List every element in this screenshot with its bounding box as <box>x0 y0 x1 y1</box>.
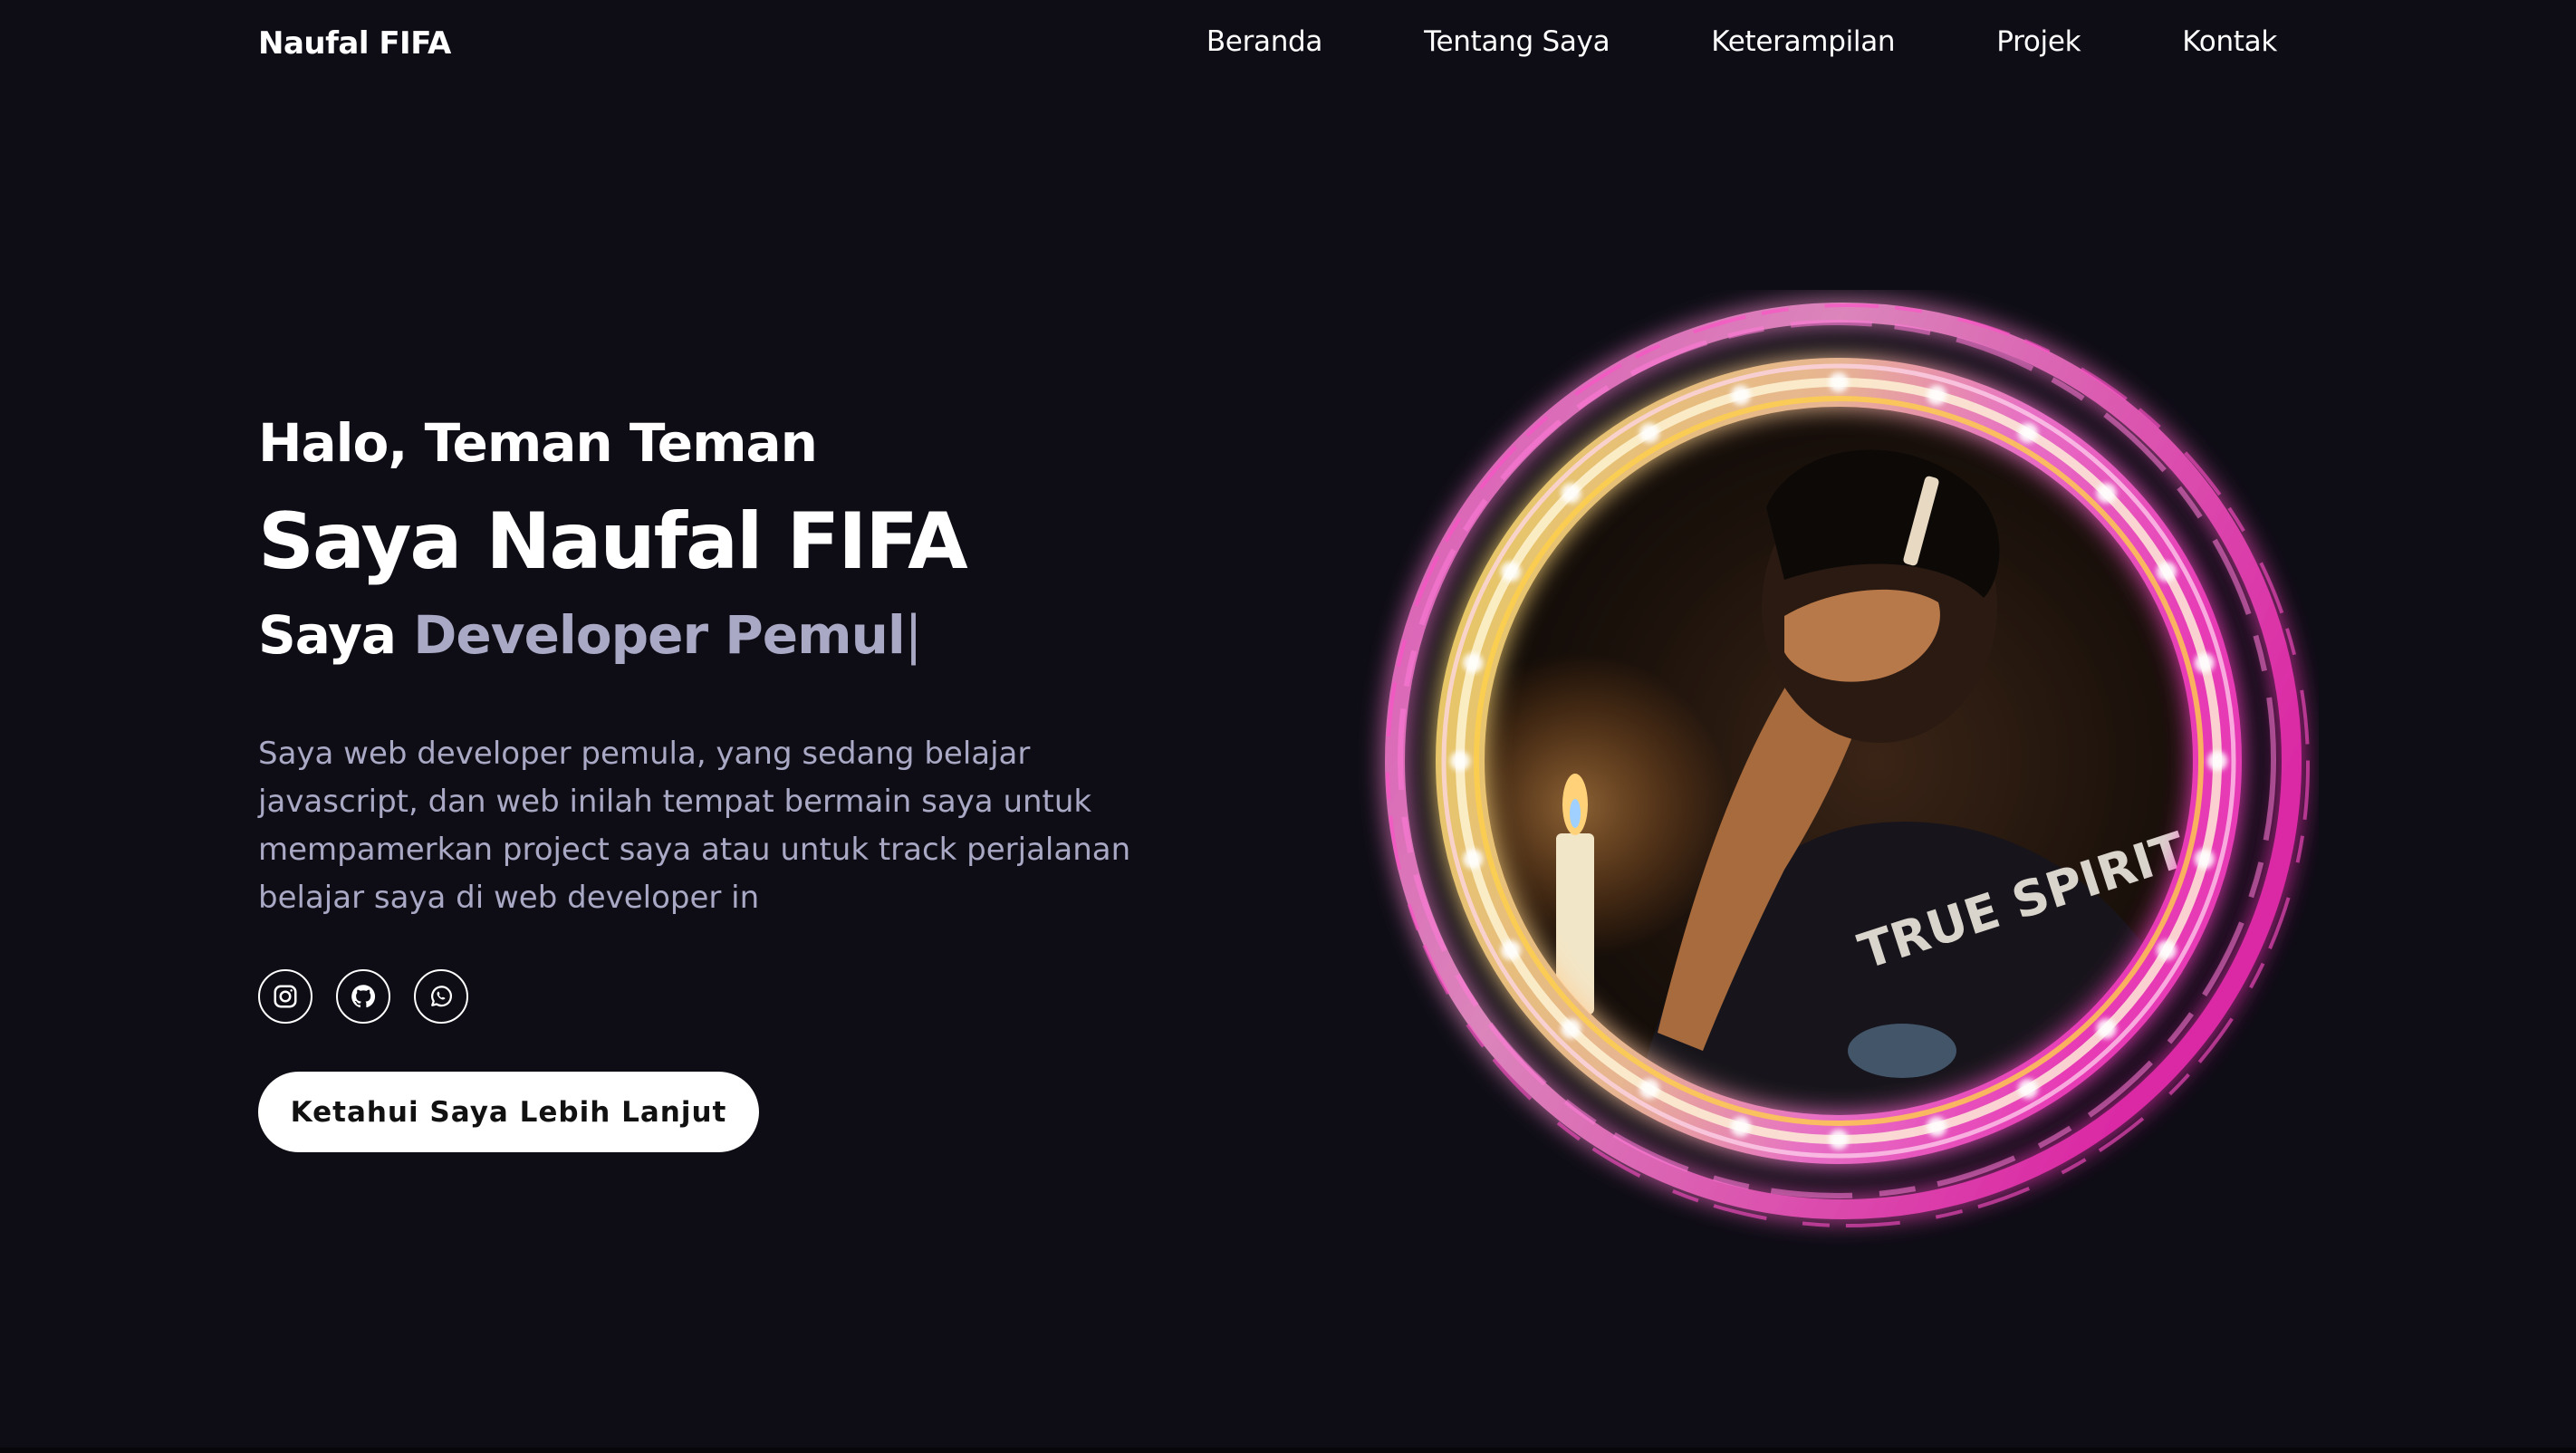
page-bottom-edge <box>0 1448 2576 1453</box>
github-icon <box>351 985 376 1008</box>
instagram-button[interactable] <box>258 969 312 1024</box>
ring-bulb <box>1927 1116 1947 1137</box>
social-links <box>258 969 468 1024</box>
navbar: Naufal FIFA Beranda Tentang Saya Keteram… <box>0 0 2576 87</box>
whatsapp-icon <box>431 986 452 1007</box>
ring-bulb <box>1450 751 1470 771</box>
nav-links: Beranda Tentang Saya Keterampilan Projek… <box>1206 25 2277 58</box>
nav-link-projek[interactable]: Projek <box>1996 25 2081 58</box>
hero-description: Saya web developer pemula, yang sedang b… <box>258 736 1131 916</box>
instagram-icon <box>274 985 297 1008</box>
ring-bulb <box>1501 562 1522 582</box>
role-prefix: Saya <box>258 604 397 666</box>
nav-link-tentang-saya[interactable]: Tentang Saya <box>1424 25 1610 58</box>
ring-bulb <box>1829 372 1849 392</box>
ring-bulb <box>2096 483 2117 504</box>
ring-bulb <box>1927 385 1947 406</box>
whatsapp-button[interactable] <box>414 969 468 1024</box>
hero-greeting: Halo, Teman Teman <box>258 412 818 474</box>
hero-name: Saya Naufal FIFA <box>258 496 968 587</box>
ring-bulb <box>2156 562 2177 582</box>
github-button[interactable] <box>336 969 390 1024</box>
site-logo[interactable]: Naufal FIFA <box>258 25 451 62</box>
nav-link-keterampilan[interactable]: Keterampilan <box>1711 25 1895 58</box>
portrait-graphic: TRUE SPIRIT <box>1385 303 2310 1227</box>
ring-bulb <box>1639 423 1659 444</box>
ring-bulb <box>1561 1018 1581 1039</box>
typing-cursor: | <box>904 604 923 666</box>
ring-bulb <box>1639 1078 1659 1099</box>
ring-bulb <box>2194 652 2215 673</box>
ring-bulb <box>1463 652 1484 673</box>
ring-bulb <box>1730 1116 1751 1137</box>
ring-bulb <box>2096 1018 2117 1039</box>
ring-bulb <box>2194 849 2215 870</box>
ring-bulb <box>1463 849 1484 870</box>
learn-more-button[interactable]: Ketahui Saya Lebih Lanjut <box>258 1072 759 1152</box>
ring-bulb <box>2018 423 2038 444</box>
ring-bulb <box>2207 751 2227 771</box>
ring-bulb <box>2018 1078 2038 1099</box>
ring-bulb <box>1829 1130 1849 1150</box>
ring-bulb <box>1730 385 1751 406</box>
ring-bulb <box>1561 483 1581 504</box>
hero-role: Saya Developer Pemul| <box>258 604 923 666</box>
profile-portrait: TRUE SPIRIT <box>1359 290 2319 1250</box>
ring-bulb <box>1501 940 1522 960</box>
nav-link-beranda[interactable]: Beranda <box>1206 25 1323 58</box>
nav-link-kontak[interactable]: Kontak <box>2182 25 2277 58</box>
ring-bulb <box>2156 940 2177 960</box>
role-typed-text: Developer Pemul <box>413 604 905 666</box>
